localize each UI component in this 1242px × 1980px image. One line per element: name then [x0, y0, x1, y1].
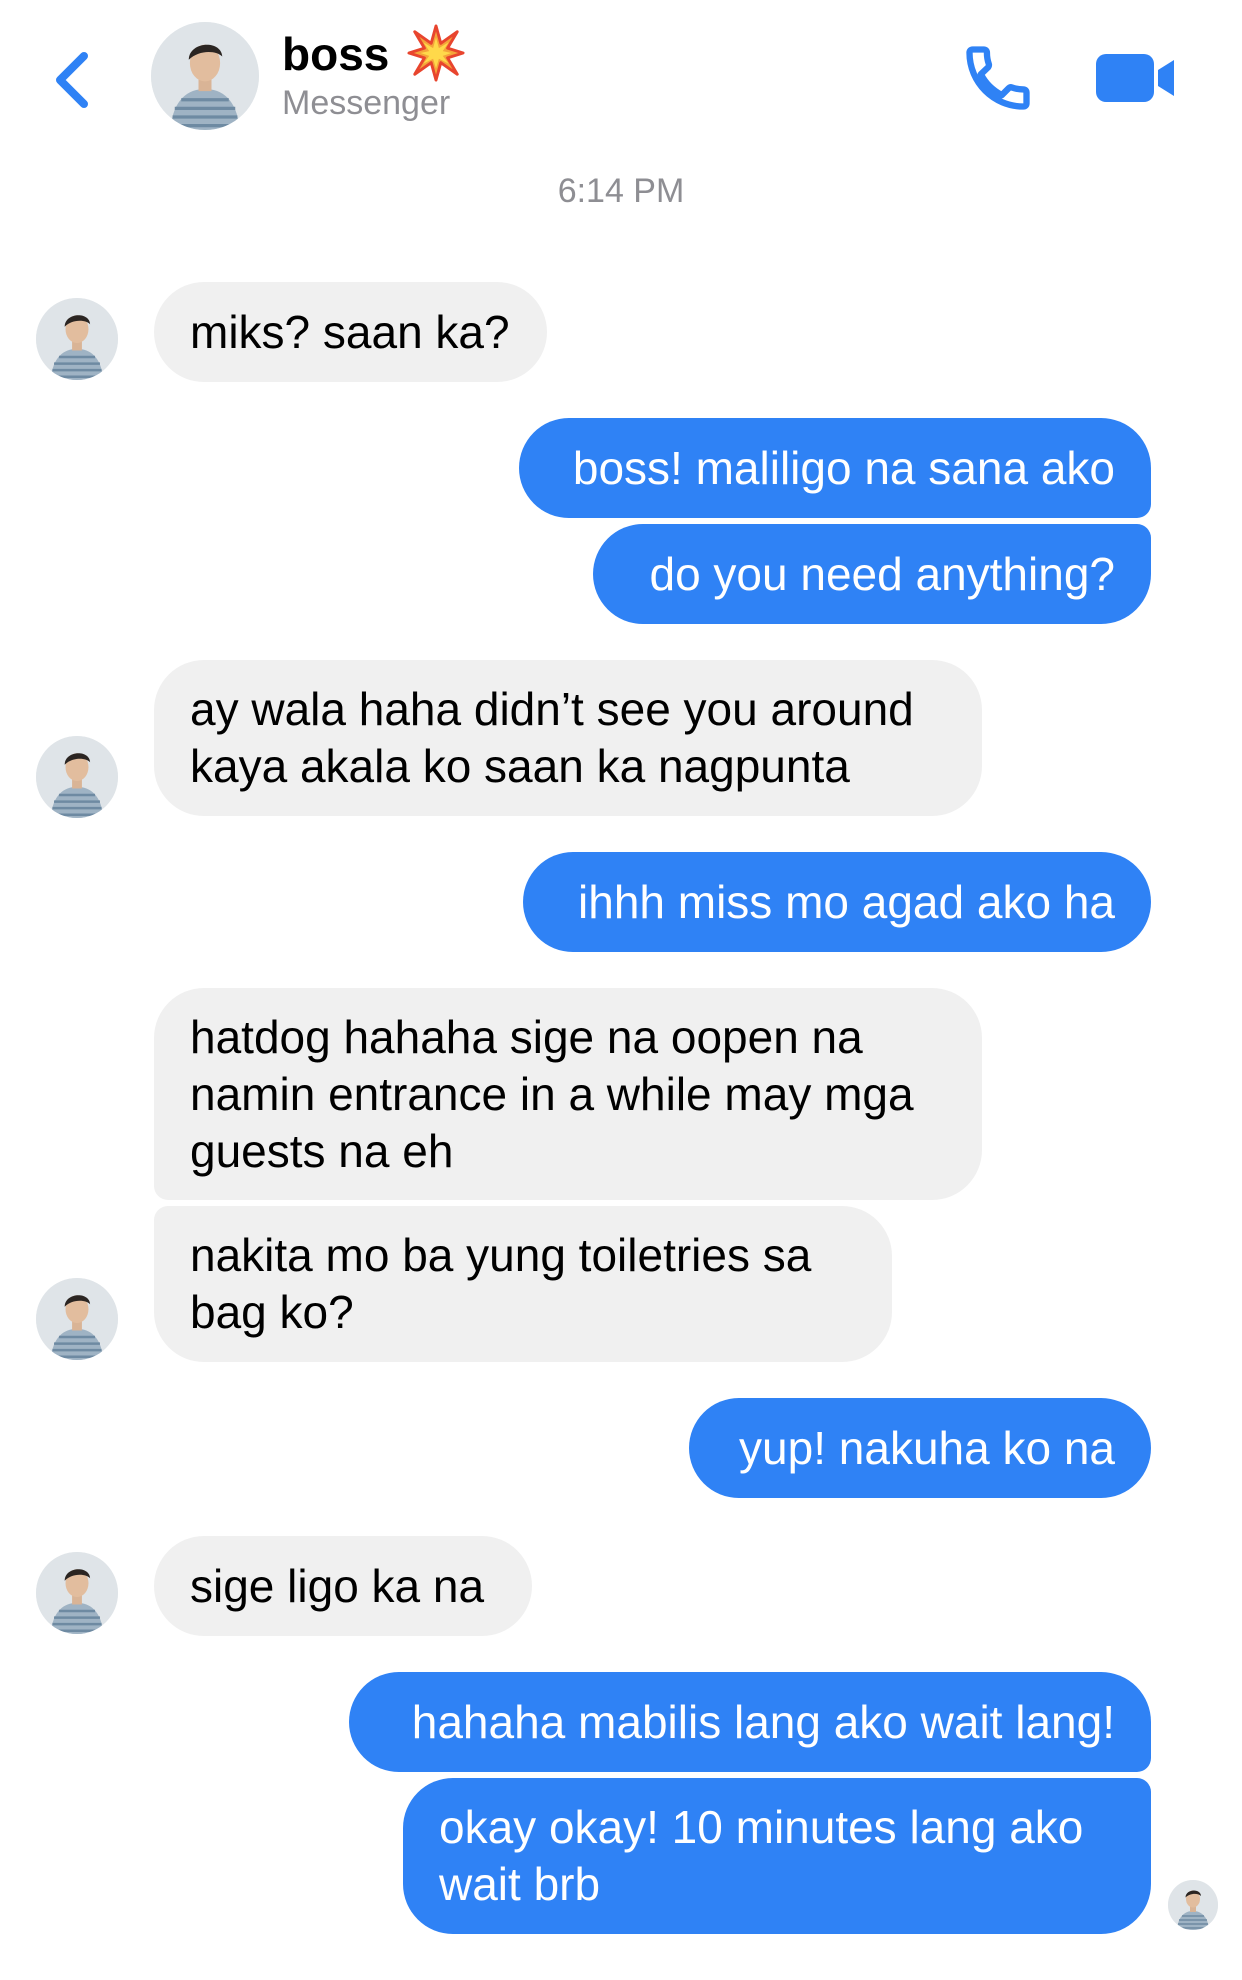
contact-subtitle: Messenger — [282, 84, 451, 122]
incoming-message[interactable]: miks? saan ka? — [154, 282, 547, 382]
outgoing-message[interactable]: ihhh miss mo agad ako ha — [523, 852, 1151, 952]
video-call-button[interactable] — [1094, 48, 1178, 108]
outgoing-message[interactable]: hahaha mabilis lang ako wait lang! — [349, 1672, 1151, 1772]
outgoing-message[interactable]: do you need anything? — [593, 524, 1151, 624]
contact-avatar-small[interactable] — [36, 1278, 118, 1360]
contact-avatar-small[interactable] — [36, 736, 118, 818]
outgoing-message[interactable]: yup! nakuha ko na — [689, 1398, 1151, 1498]
audio-call-button[interactable] — [960, 40, 1036, 116]
phone-icon — [966, 46, 1030, 110]
read-receipt-avatar — [1168, 1880, 1218, 1930]
incoming-message[interactable]: sige ligo ka na — [154, 1536, 532, 1636]
incoming-message[interactable]: nakita mo ba yung toiletries sa bag ko? — [154, 1206, 892, 1362]
incoming-message[interactable]: ay wala haha didn’t see you around kaya … — [154, 660, 982, 816]
video-camera-icon — [1096, 54, 1174, 102]
contact-avatar-small[interactable] — [36, 298, 118, 380]
message-timestamp: 6:14 PM — [557, 172, 685, 210]
contact-avatar[interactable] — [151, 22, 259, 130]
incoming-message[interactable]: hatdog hahaha sige na oopen na namin ent… — [154, 988, 982, 1200]
outgoing-message[interactable]: boss! maliligo na sana ako — [519, 418, 1151, 518]
outgoing-message[interactable]: okay okay! 10 minutes lang ako wait brb — [403, 1778, 1151, 1934]
back-button[interactable] — [44, 40, 104, 120]
chevron-left-icon — [56, 52, 88, 108]
contact-avatar-small[interactable] — [36, 1552, 118, 1634]
collision-emoji-icon — [407, 24, 465, 82]
contact-name[interactable]: boss — [282, 22, 389, 86]
